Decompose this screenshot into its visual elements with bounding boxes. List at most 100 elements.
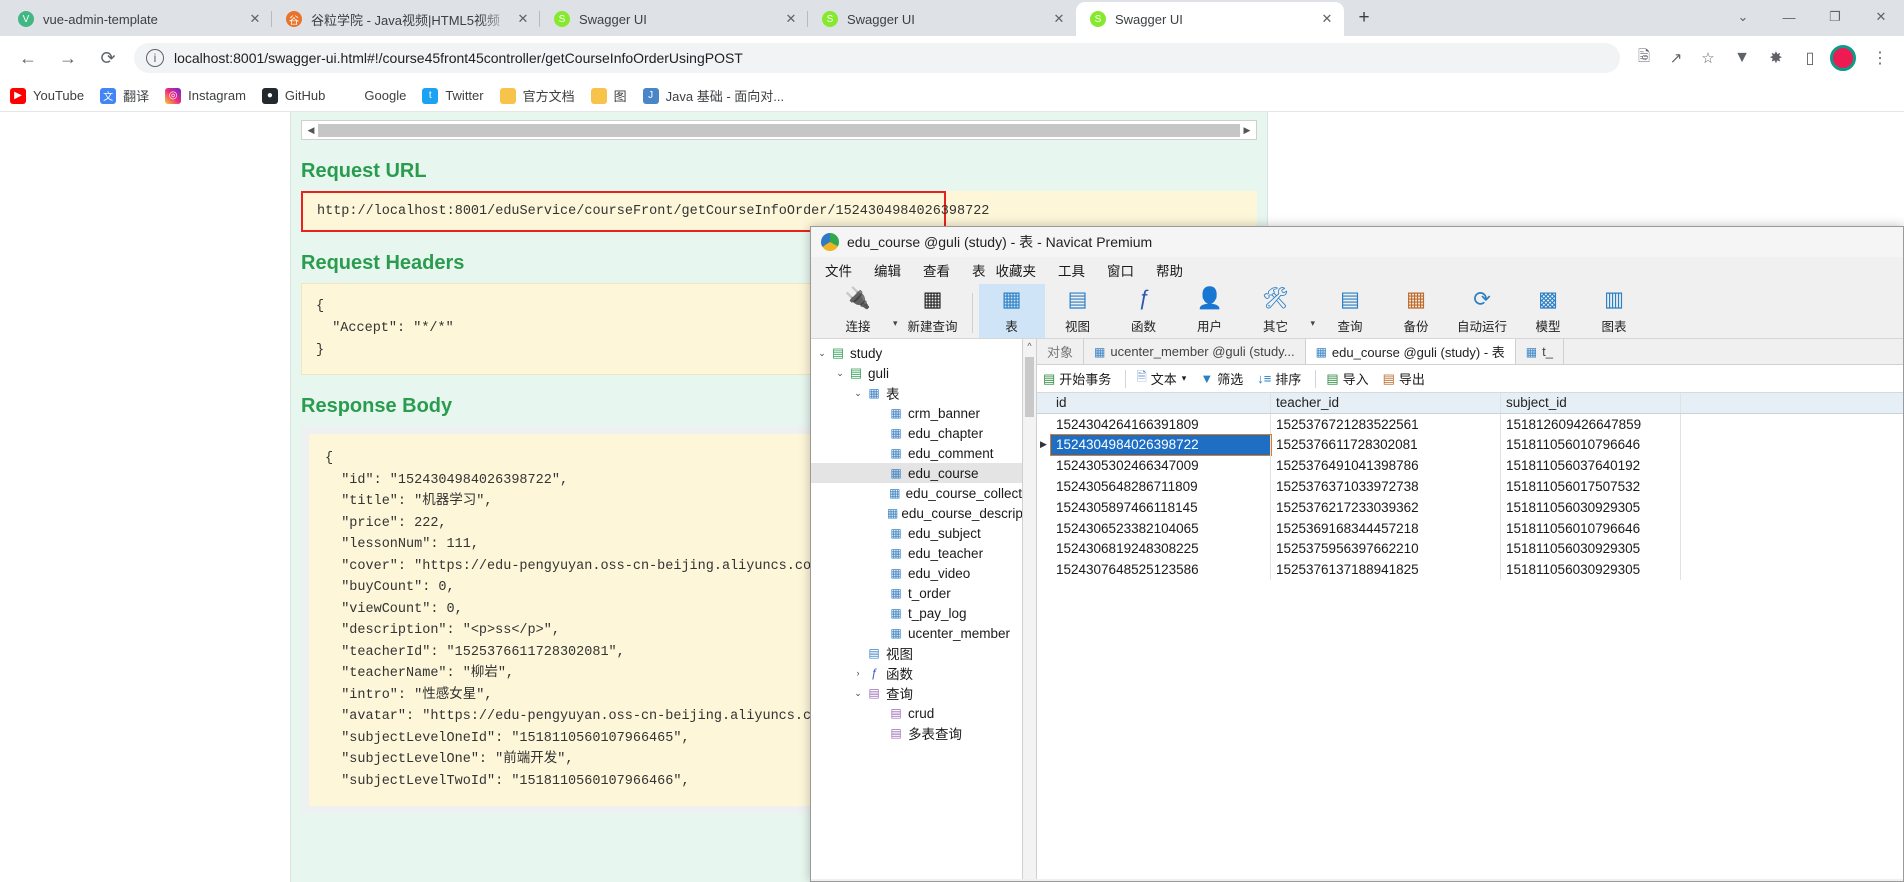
tab-objects[interactable]: 对象 <box>1037 339 1085 364</box>
tree-item-crm-banner[interactable]: ▦ crm_banner <box>811 403 1022 423</box>
bookmark-java[interactable]: J Java 基础 - 面向对... <box>642 86 784 105</box>
table-row[interactable]: 1524305897466118145 1525376217233039362 … <box>1037 496 1903 518</box>
tree-item-edu-subject[interactable]: ▦ edu_subject <box>811 523 1022 543</box>
text-dropdown-caret-icon[interactable]: ▾ <box>1182 373 1187 384</box>
expander-icon[interactable]: › <box>851 668 865 678</box>
tree-item-ucenter-member[interactable]: ▦ ucenter_member <box>811 623 1022 643</box>
browser-menu-icon[interactable]: ⋮ <box>1864 42 1896 74</box>
toolbar-table[interactable]: ▦ 表 <box>978 284 1045 338</box>
tree-item-guli[interactable]: ⌄ ▤ guli <box>811 363 1022 383</box>
bookmark-folder-docs[interactable]: 官方文档 <box>499 86 575 105</box>
tree-item-t-pay-log[interactable]: ▦ t_pay_log <box>811 603 1022 623</box>
tree-item-edu-comment[interactable]: ▦ edu_comment <box>811 443 1022 463</box>
cell-teacher-id[interactable]: 1525376721283522561 <box>1271 413 1501 435</box>
extensions-puzzle-icon[interactable]: ✸ <box>1760 42 1792 74</box>
cell-teacher-id[interactable]: 1525376217233039362 <box>1271 496 1501 518</box>
address-bar[interactable]: i localhost:8001/swagger-ui.html#!/cours… <box>134 43 1620 73</box>
scroll-right-icon[interactable]: ▶ <box>1240 125 1254 136</box>
toolbar-connection[interactable]: 🔌 连接 <box>825 284 891 338</box>
table-row[interactable]: 1524306819248308225 1525375956397662210 … <box>1037 538 1903 560</box>
cell-subject-id[interactable]: 151811056030929305 <box>1501 538 1681 560</box>
maximize-icon[interactable]: ❐ <box>1812 0 1858 34</box>
menu-item-help[interactable]: 帮助 <box>1156 260 1183 280</box>
scroll-up-icon[interactable]: ^ <box>1023 339 1036 351</box>
bookmark-youtube[interactable]: ▶ YouTube <box>10 87 84 104</box>
translate-icon[interactable]: 🗟 <box>1630 44 1658 72</box>
expander-icon[interactable]: ⌄ <box>815 348 829 359</box>
scrollbar-thumb[interactable] <box>1025 357 1034 417</box>
bookmark-translate[interactable]: 文 翻译 <box>100 86 149 105</box>
browser-tab-4[interactable]: S Swagger UI ✕ <box>1076 2 1344 36</box>
table-row[interactable]: 1524305302466347009 1525376491041398786 … <box>1037 455 1903 477</box>
navicat-object-tree[interactable]: ⌄ ▤ study ⌄ ▤ guli ⌄ ▦ 表 ▦ crm_banner ▦ … <box>811 339 1023 879</box>
minimize-icon[interactable]: — <box>1766 0 1812 34</box>
cell-subject-id[interactable]: 151811056010796646 <box>1501 517 1681 539</box>
toolbar-other[interactable]: 🛠 其它 <box>1243 284 1309 338</box>
cell-teacher-id[interactable]: 1525369168344457218 <box>1271 517 1501 539</box>
column-header-teacher-id[interactable]: teacher_id <box>1271 393 1501 413</box>
bookmark-instagram[interactable]: ◎ Instagram <box>165 87 246 104</box>
scroll-left-icon[interactable]: ◀ <box>304 125 318 136</box>
toolbar-backup[interactable]: ▦ 备份 <box>1383 284 1449 338</box>
cell-subject-id[interactable]: 151811056010796646 <box>1501 434 1681 456</box>
bookmark-folder-tu[interactable]: 图 <box>590 86 627 105</box>
vimium-icon[interactable]: ▼ <box>1726 42 1758 74</box>
toolbar-automation[interactable]: ⟳ 自动运行 <box>1449 284 1515 338</box>
browser-tab-1[interactable]: 谷 谷粒学院 - Java视频|HTML5视频 ✕ <box>271 2 540 36</box>
close-window-icon[interactable]: ✕ <box>1858 0 1904 34</box>
sidepanel-icon[interactable]: ▯ <box>1794 42 1826 74</box>
cell-id[interactable]: 1524307648525123586 <box>1051 559 1271 581</box>
tree-item-views[interactable]: ▤ 视图 <box>811 643 1022 663</box>
tab-close-icon[interactable]: ✕ <box>780 8 802 30</box>
avatar[interactable] <box>1830 45 1856 71</box>
toolbar-user[interactable]: 👤 用户 <box>1177 284 1243 338</box>
tree-item-edu-video[interactable]: ▦ edu_video <box>811 563 1022 583</box>
cell-subject-id[interactable]: 151811056017507532 <box>1501 476 1681 497</box>
browser-tab-2[interactable]: S Swagger UI ✕ <box>539 2 808 36</box>
tab-edu-course[interactable]: ▦ edu_course @guli (study) - 表 <box>1305 339 1516 364</box>
toolbar-chart[interactable]: ▥ 图表 <box>1581 284 1647 338</box>
table-row[interactable]: 1524305648286711809 1525376371033972738 … <box>1037 476 1903 497</box>
tree-item-edu-course[interactable]: ▦ edu_course <box>811 463 1022 483</box>
reload-icon[interactable]: ⟳ <box>91 41 125 75</box>
table-row[interactable]: 1524304264166391809 1525376721283522561 … <box>1037 413 1903 435</box>
tab-t-order[interactable]: ▦ t_ <box>1516 339 1564 364</box>
connection-dropdown-caret-icon[interactable]: ▾ <box>893 318 898 338</box>
tree-item-tables[interactable]: ⌄ ▦ 表 <box>811 383 1022 403</box>
cell-id[interactable]: 1524305302466347009 <box>1051 455 1271 477</box>
sort-button[interactable]: ↓≡ 排序 <box>1257 369 1301 388</box>
tab-ucenter-member[interactable]: ▦ ucenter_member @guli (study... <box>1084 339 1306 364</box>
tree-item-edu-teacher[interactable]: ▦ edu_teacher <box>811 543 1022 563</box>
tree-item-queries[interactable]: ⌄ ▤ 查询 <box>811 683 1022 703</box>
menu-item-view[interactable]: 查看 <box>923 260 950 280</box>
table-row[interactable]: ▶ 1524304984026398722 152537661172830208… <box>1037 433 1903 457</box>
tree-item-study[interactable]: ⌄ ▤ study <box>811 343 1022 363</box>
cell-teacher-id[interactable]: 1525376611728302081 <box>1271 434 1501 456</box>
tree-item-multi-table-query[interactable]: ▤ 多表查询 <box>811 723 1022 743</box>
forward-icon[interactable]: → <box>51 41 85 75</box>
table-row[interactable]: 1524307648525123586 1525376137188941825 … <box>1037 559 1903 581</box>
cell-id[interactable]: 1524305648286711809 <box>1051 476 1271 497</box>
tree-scrollbar[interactable]: ^ <box>1023 339 1037 879</box>
tab-close-icon[interactable]: ✕ <box>512 8 534 30</box>
expander-icon[interactable]: ⌄ <box>851 388 865 399</box>
menu-item-tools[interactable]: 工具 <box>1058 260 1085 280</box>
cell-subject-id[interactable]: 151811056030929305 <box>1501 559 1681 581</box>
site-info-icon[interactable]: i <box>146 49 164 67</box>
toolbar-new-query[interactable]: ▦ 新建查询 <box>900 284 966 338</box>
cell-teacher-id[interactable]: 1525375956397662210 <box>1271 538 1501 560</box>
tab-close-icon[interactable]: ✕ <box>1048 8 1070 30</box>
cell-id[interactable]: 1524306819248308225 <box>1051 538 1271 560</box>
toolbar-model[interactable]: ▩ 模型 <box>1515 284 1581 338</box>
cell-teacher-id[interactable]: 1525376371033972738 <box>1271 476 1501 497</box>
filter-button[interactable]: ▼ 筛选 <box>1200 369 1243 388</box>
bookmark-google[interactable]: G Google <box>341 87 406 104</box>
expander-icon[interactable]: ⌄ <box>833 368 847 379</box>
browser-tab-0[interactable]: V vue-admin-template ✕ <box>4 2 272 36</box>
bookmark-twitter[interactable]: t Twitter <box>422 87 484 104</box>
bookmark-github[interactable]: ● GitHub <box>261 87 325 104</box>
menu-item-favorites[interactable]: 收藏夹 <box>996 260 1037 280</box>
other-dropdown-caret-icon[interactable]: ▾ <box>1311 318 1316 338</box>
table-row[interactable]: 1524306523382104065 1525369168344457218 … <box>1037 517 1903 539</box>
begin-transaction-button[interactable]: ▤ 开始事务 <box>1043 369 1111 388</box>
